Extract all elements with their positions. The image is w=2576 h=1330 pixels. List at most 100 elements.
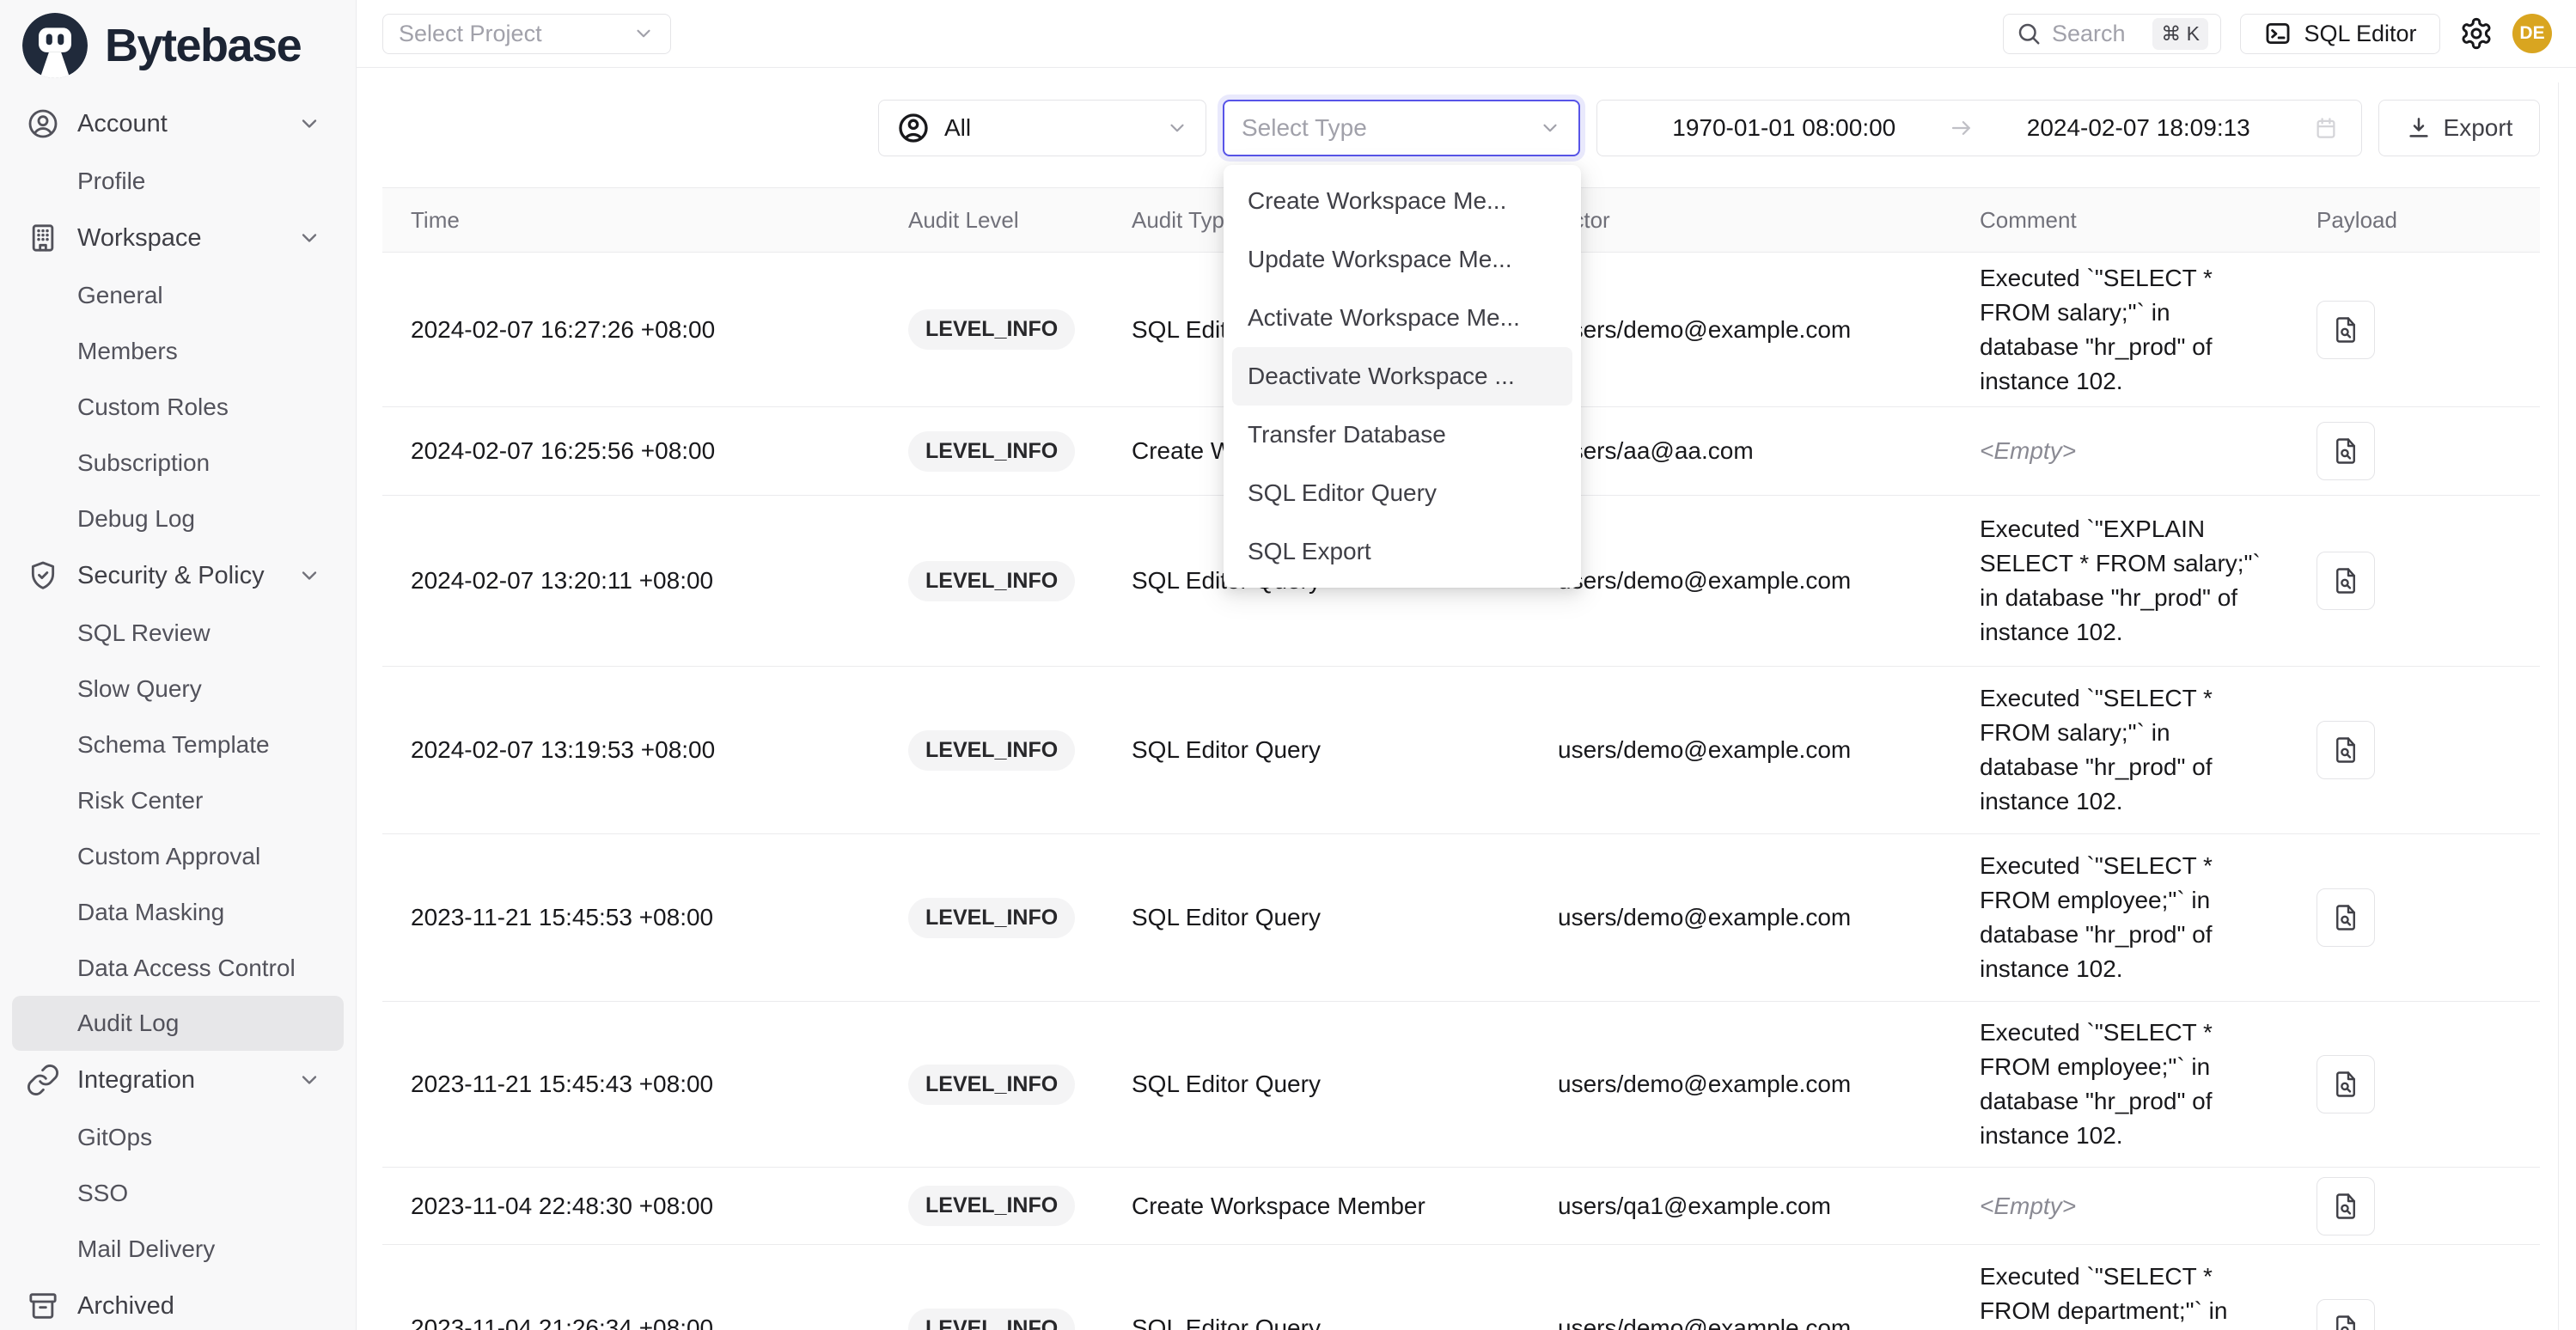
brand[interactable]: Bytebase <box>0 0 356 82</box>
date-to-value[interactable]: 2024-02-07 18:09:13 <box>1975 114 2304 142</box>
chevron-down-icon <box>297 564 321 588</box>
date-from-value[interactable]: 1970-01-01 08:00:00 <box>1620 114 1949 142</box>
cell-comment: Executed `"SELECT * FROM salary;"` in da… <box>1980 261 2317 399</box>
date-range-picker[interactable]: 1970-01-01 08:00:00 2024-02-07 18:09:13 <box>1596 100 2362 156</box>
cell-audit-type: SQL Editor Query <box>1132 736 1558 764</box>
dropdown-option-update-workspace-member[interactable]: Update Workspace Me... <box>1232 230 1572 289</box>
payload-view-button[interactable] <box>2317 552 2375 610</box>
sidebar-item-data-access-control[interactable]: Data Access Control <box>0 940 356 996</box>
sidebar-item-account[interactable]: Account <box>0 95 356 153</box>
payload-view-button[interactable] <box>2317 422 2375 480</box>
cell-comment: Executed `"SELECT * FROM employee;"` in … <box>1980 849 2317 986</box>
avatar[interactable]: DE <box>2512 14 2552 53</box>
sidebar-item-label: Workspace <box>77 224 202 253</box>
sidebar-item-general[interactable]: General <box>0 267 356 323</box>
sidebar-item-label: Security & Policy <box>77 562 265 590</box>
file-search-icon <box>2330 565 2361 596</box>
chevron-down-icon <box>1166 117 1188 139</box>
sidebar-item-data-masking[interactable]: Data Masking <box>0 884 356 940</box>
sidebar-item-subscription[interactable]: Subscription <box>0 435 356 491</box>
sidebar-item-mail-delivery[interactable]: Mail Delivery <box>0 1221 356 1277</box>
user-circle-icon <box>896 111 931 145</box>
type-dropdown-menu: Create Workspace Me... Update Workspace … <box>1224 165 1581 588</box>
file-search-icon <box>2330 314 2361 345</box>
column-header-time: Time <box>382 207 908 234</box>
dropdown-option-sql-editor-query[interactable]: SQL Editor Query <box>1232 464 1572 522</box>
sql-editor-button[interactable]: SQL Editor <box>2240 14 2440 54</box>
sidebar-item-sql-review[interactable]: SQL Review <box>0 605 356 661</box>
payload-view-button[interactable] <box>2317 1177 2375 1235</box>
column-header-audit-level: Audit Level <box>908 207 1132 234</box>
cell-comment: Executed `"SELECT * FROM employee;"` in … <box>1980 1016 2317 1153</box>
sidebar-item-gitops[interactable]: GitOps <box>0 1109 356 1165</box>
dropdown-option-activate-workspace-member[interactable]: Activate Workspace Me... <box>1232 289 1572 347</box>
sidebar-item-label: Account <box>77 110 168 138</box>
topbar-actions: Search ⌘ K SQL Editor DE <box>2003 14 2552 54</box>
sidebar-item-schema-template[interactable]: Schema Template <box>0 717 356 772</box>
sidebar-item-profile[interactable]: Profile <box>0 153 356 209</box>
sidebar-item-archived[interactable]: Archived <box>0 1277 356 1330</box>
dropdown-option-transfer-database[interactable]: Transfer Database <box>1232 406 1572 464</box>
sidebar-item-sso[interactable]: SSO <box>0 1165 356 1221</box>
dropdown-option-create-workspace-member[interactable]: Create Workspace Me... <box>1232 172 1572 230</box>
payload-view-button[interactable] <box>2317 301 2375 359</box>
dropdown-option-deactivate-workspace-member[interactable]: Deactivate Workspace ... <box>1232 347 1572 406</box>
archive-icon <box>26 1289 60 1323</box>
sidebar-nav: Account Profile Workspace General Member… <box>0 82 356 1330</box>
cell-audit-level: LEVEL_INFO <box>908 730 1132 771</box>
file-search-icon <box>2330 735 2361 766</box>
actor-filter-dropdown[interactable]: All <box>878 100 1206 156</box>
sidebar-item-security-policy[interactable]: Security & Policy <box>0 546 356 605</box>
sidebar-item-debug-log[interactable]: Debug Log <box>0 491 356 546</box>
table-row: 2024-02-07 13:19:53 +08:00 LEVEL_INFO SQ… <box>382 667 2540 834</box>
level-badge: LEVEL_INFO <box>908 1309 1075 1330</box>
cell-payload <box>2317 301 2540 359</box>
dropdown-option-sql-export[interactable]: SQL Export <box>1232 522 1572 581</box>
column-header-comment: Comment <box>1980 207 2317 234</box>
chevron-down-icon <box>632 22 655 45</box>
cell-payload <box>2317 721 2540 779</box>
cell-audit-type: SQL Editor Query <box>1132 1315 1558 1330</box>
level-badge: LEVEL_INFO <box>908 431 1075 472</box>
cell-time: 2024-02-07 16:27:26 +08:00 <box>382 316 908 344</box>
cell-payload <box>2317 1055 2540 1113</box>
terminal-icon <box>2263 19 2292 48</box>
cell-comment: Executed `"EXPLAIN SELECT * FROM salary;… <box>1980 512 2317 650</box>
level-badge: LEVEL_INFO <box>908 730 1075 771</box>
cell-audit-level: LEVEL_INFO <box>908 309 1132 350</box>
top-bar: Select Project Search ⌘ K SQL Editor DE <box>357 0 2576 68</box>
sidebar-item-workspace[interactable]: Workspace <box>0 209 356 267</box>
sidebar-item-members[interactable]: Members <box>0 323 356 379</box>
cell-audit-level: LEVEL_INFO <box>908 561 1132 601</box>
chevron-down-icon <box>297 112 321 136</box>
cell-payload <box>2317 1177 2540 1235</box>
gear-icon[interactable] <box>2459 16 2494 51</box>
select-project-dropdown[interactable]: Select Project <box>382 14 671 54</box>
payload-view-button[interactable] <box>2317 721 2375 779</box>
cell-actor: users/demo@example.com <box>1558 567 1980 595</box>
payload-view-button[interactable] <box>2317 1299 2375 1330</box>
calendar-icon <box>2313 115 2339 141</box>
type-filter-dropdown[interactable]: Select Type <box>1223 100 1580 156</box>
scrollbar-track[interactable] <box>2558 82 2559 1330</box>
cell-actor: users/demo@example.com <box>1558 736 1980 764</box>
bytebase-logo-icon <box>22 13 88 78</box>
payload-view-button[interactable] <box>2317 888 2375 947</box>
sidebar-item-risk-center[interactable]: Risk Center <box>0 772 356 828</box>
level-badge: LEVEL_INFO <box>908 1065 1075 1105</box>
search-input[interactable]: Search ⌘ K <box>2003 14 2221 54</box>
cell-actor: users/demo@example.com <box>1558 904 1980 931</box>
sidebar-item-integration[interactable]: Integration <box>0 1051 356 1109</box>
payload-view-button[interactable] <box>2317 1055 2375 1113</box>
sidebar-item-audit-log[interactable]: Audit Log <box>12 996 344 1051</box>
brand-name: Bytebase <box>105 19 301 72</box>
sidebar-item-custom-roles[interactable]: Custom Roles <box>0 379 356 435</box>
cell-time: 2024-02-07 16:25:56 +08:00 <box>382 437 908 465</box>
level-badge: LEVEL_INFO <box>908 309 1075 350</box>
export-button[interactable]: Export <box>2378 100 2540 156</box>
sidebar-item-custom-approval[interactable]: Custom Approval <box>0 828 356 884</box>
chevron-down-icon <box>1539 117 1561 139</box>
link-icon <box>26 1063 60 1097</box>
cell-comment: <Empty> <box>1980 1189 2317 1223</box>
sidebar-item-slow-query[interactable]: Slow Query <box>0 661 356 717</box>
